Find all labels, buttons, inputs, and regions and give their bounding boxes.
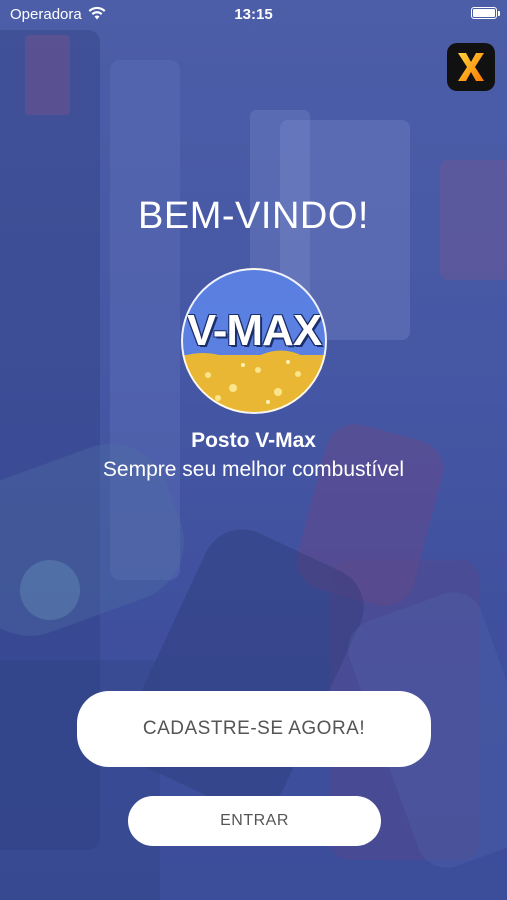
station-tagline: Sempre seu melhor combustível [102,458,405,481]
battery-icon [471,7,497,19]
welcome-title: BEM-VINDO! [138,195,369,237]
x-logo-icon [458,53,484,81]
battery-tip [498,11,500,16]
status-bar: Operadora 13:15 [0,0,507,30]
x-app-icon[interactable] [447,43,495,91]
station-logo: V-MAX [181,268,327,414]
station-name: Posto V-Max [191,429,316,452]
logo-text: V-MAX [186,306,322,355]
login-button[interactable]: ENTRAR [128,796,381,846]
status-time: 13:15 [234,6,273,23]
register-button[interactable]: CADASTRE-SE AGORA! [77,691,431,767]
